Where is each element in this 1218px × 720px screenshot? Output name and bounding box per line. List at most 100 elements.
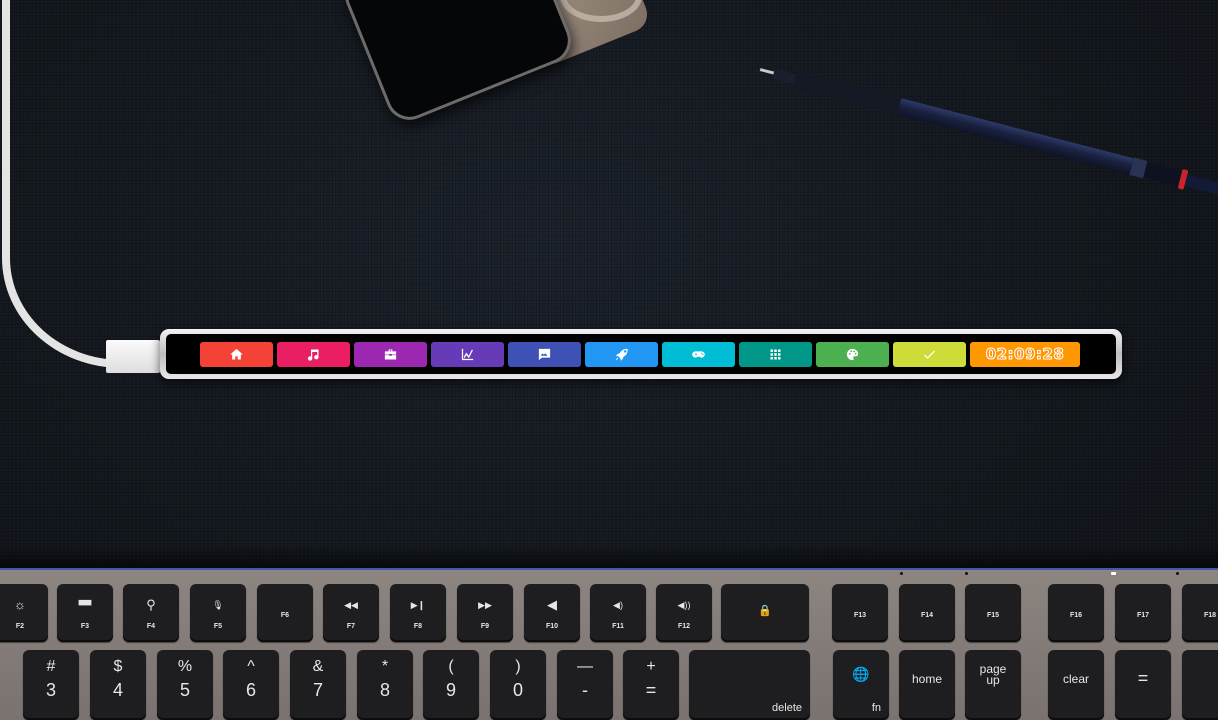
touchbar-gamepad-button[interactable] [662, 341, 735, 367]
search-icon: ⚲ [146, 597, 156, 612]
key-f3[interactable]: ▀▀ F3 [57, 584, 113, 642]
key-f17[interactable]: F17 [1115, 584, 1171, 642]
rewind-icon: ◀◀ [344, 600, 358, 610]
indicator-light [900, 572, 903, 575]
key-f4[interactable]: ⚲ F4 [123, 584, 179, 642]
key-label: F7 [346, 623, 356, 630]
key-main-symbol: 3 [45, 680, 56, 700]
touchbar-check-button[interactable] [893, 341, 966, 367]
key-5[interactable]: % 5 [157, 650, 213, 720]
key-equals-label: = [1137, 668, 1149, 688]
gamepad-icon [692, 350, 705, 358]
key-label: F9 [480, 623, 490, 630]
key-6[interactable]: ^ 6 [223, 650, 279, 720]
key-f15[interactable]: F15 [965, 584, 1021, 642]
globe-icon: 🌐 [852, 666, 870, 682]
key-f2[interactable]: ☼ F2 [0, 584, 48, 642]
check-icon [924, 350, 936, 359]
key-f13[interactable]: F13 [832, 584, 888, 642]
key-shift-symbol: * [381, 658, 389, 675]
key-page-up[interactable]: page up [965, 650, 1021, 720]
key-3[interactable]: #3 [23, 650, 79, 720]
key-main-symbol: - [582, 680, 588, 700]
usb-plug [106, 340, 160, 373]
key-f10[interactable]: ◀ F10 [524, 584, 580, 642]
key-label: F13 [853, 612, 867, 619]
usb-cable [2, 0, 130, 368]
indicator-light [965, 572, 968, 575]
key-label: F8 [413, 623, 423, 630]
key-clear[interactable]: clear [1048, 650, 1104, 720]
key-f16[interactable]: F16 [1048, 584, 1104, 642]
touchbar-rocket-button[interactable] [585, 341, 658, 367]
mute-icon: ◀ [547, 597, 557, 612]
key-main-symbol: 0 [512, 680, 523, 700]
key-label: F17 [1136, 612, 1150, 619]
key-8[interactable]: * 8 [357, 650, 413, 720]
touchbar-toolbox-button[interactable] [354, 341, 427, 367]
key-label: F12 [677, 623, 691, 630]
key-shift-symbol: ( [448, 658, 454, 675]
key-4[interactable]: $4 [90, 650, 146, 720]
fast-forward-icon: ▶▶ [478, 600, 492, 610]
microphone-icon: 🎙 [212, 600, 224, 610]
key-divide[interactable] [1182, 650, 1218, 720]
key-main-symbol: 7 [312, 680, 323, 700]
key-label: F16 [1069, 612, 1083, 619]
key-f9[interactable]: ▶▶ F9 [457, 584, 513, 642]
touchbar-chart-button[interactable] [431, 341, 504, 367]
key-9[interactable]: (9 [423, 650, 479, 720]
key-main-symbol: = [645, 680, 657, 700]
key--[interactable]: — - [557, 650, 613, 720]
toolbox-icon [384, 349, 397, 359]
key-f7[interactable]: ◀◀ F7 [323, 584, 379, 642]
key-delete[interactable]: delete [689, 650, 810, 720]
key-0[interactable]: ) 0 [490, 650, 546, 720]
mission-control-icon: ▀▀ [78, 600, 92, 610]
key-shift-symbol: + [646, 658, 656, 675]
key-label: F14 [920, 612, 934, 619]
key-home[interactable]: home [899, 650, 955, 720]
touchbar-music-button[interactable] [277, 341, 350, 367]
grid-icon [770, 349, 781, 359]
key-=[interactable]: + = [623, 650, 679, 720]
indicator-light [1111, 572, 1116, 575]
key-f5[interactable]: 🎙 F5 [190, 584, 246, 642]
key-7[interactable]: & 7 [290, 650, 346, 720]
key-lock[interactable]: 🔒 [721, 584, 809, 642]
key-page-up-label: page up [979, 662, 1007, 687]
line-chart-icon [461, 348, 474, 360]
key-shift-symbol: & [312, 658, 324, 675]
touchbar-image-message-button[interactable] [508, 341, 581, 367]
palette-icon [846, 348, 859, 360]
key-label: F15 [986, 612, 1000, 619]
key-f12[interactable]: ◀)) F12 [656, 584, 712, 642]
key-f14[interactable]: F14 [899, 584, 955, 642]
key-f11[interactable]: ◀) F11 [590, 584, 646, 642]
volume-up-icon: ◀)) [677, 600, 691, 610]
touchbar-clock[interactable]: 02:09:28 [970, 341, 1080, 367]
key-label: F10 [545, 623, 559, 630]
key-f6[interactable]: F6 [257, 584, 313, 642]
key-shift-symbol: — [577, 658, 593, 675]
key-label: F4 [146, 623, 156, 630]
touch-bar-device: 02:09:28 [160, 329, 1122, 379]
key-main-symbol: 8 [379, 680, 390, 700]
keyboard: ☼ F2 ▀▀ F3 ⚲ F4 🎙 F5 F6 ◀◀ F7 ▶❙ F8 ▶▶ F9 ◀ F10 ◀) F11 ◀)) F… [0, 568, 1218, 720]
key-label: F3 [80, 623, 90, 630]
volume-down-icon: ◀) [613, 600, 623, 610]
key-label: F11 [612, 623, 624, 630]
key-label: F6 [280, 612, 290, 619]
key-equals[interactable]: = [1115, 650, 1171, 720]
key-f8[interactable]: ▶❙ F8 [390, 584, 446, 642]
key-fn-globe[interactable]: 🌐 fn [833, 650, 889, 720]
play-pause-icon: ▶❙ [410, 600, 426, 610]
home-icon [230, 348, 243, 359]
key-f18[interactable]: F18 [1182, 584, 1218, 642]
rocket-icon [615, 348, 628, 361]
touchbar-palette-button[interactable] [816, 341, 889, 367]
touchbar-home-button[interactable] [200, 341, 273, 367]
touchbar-apps-grid-button[interactable] [739, 341, 812, 367]
key-label: F18 [1203, 612, 1217, 619]
key-label: F2 [15, 623, 25, 630]
